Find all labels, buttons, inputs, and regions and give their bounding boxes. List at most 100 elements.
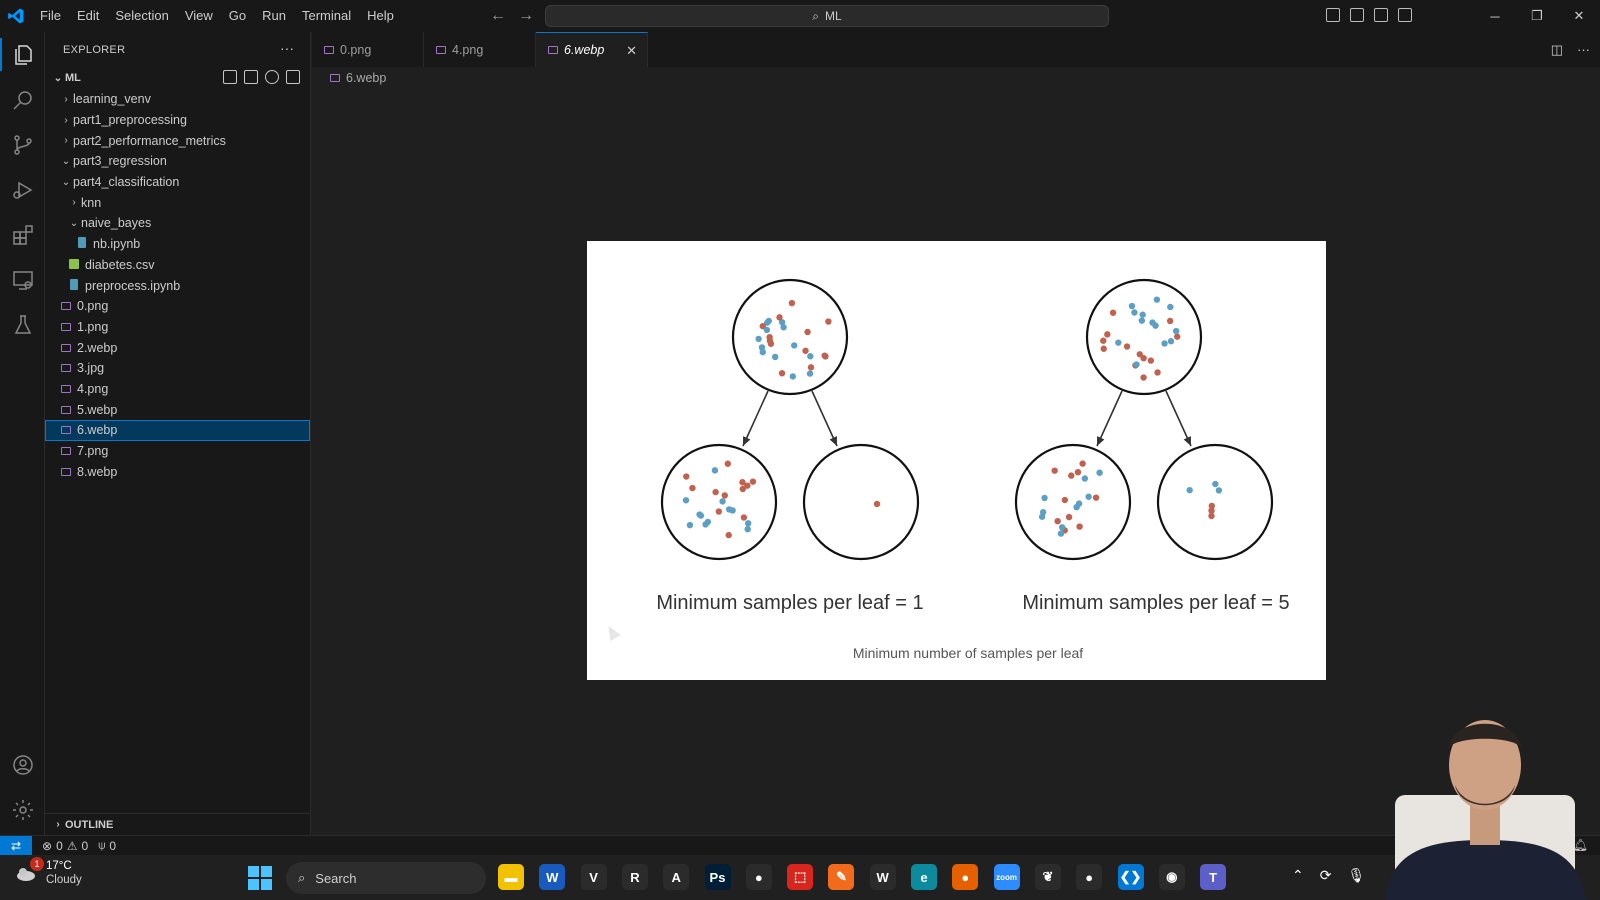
remote-explorer-icon[interactable] [0, 257, 45, 302]
menu-terminal[interactable]: Terminal [294, 0, 359, 32]
collapse-all-icon[interactable] [286, 70, 300, 84]
explorer-title: EXPLORER [63, 43, 126, 56]
microphone-icon[interactable]: 🎙︎ [1347, 867, 1365, 884]
taskbar-vim-icon[interactable]: V [580, 864, 607, 890]
workspace-header[interactable]: ⌄ ML [45, 67, 310, 89]
editor-tabs: 0.png 4.png 6.webp ✕ ◫ ··· [312, 32, 1600, 67]
settings-gear-icon[interactable] [0, 787, 45, 832]
left-child-node [660, 443, 778, 561]
customize-layout-icon[interactable] [1398, 8, 1412, 22]
tree-file[interactable]: diabetes.csv [45, 255, 310, 276]
back-arrow-icon[interactable]: ← [490, 7, 506, 25]
new-file-icon[interactable] [223, 70, 237, 84]
menu-selection[interactable]: Selection [107, 0, 176, 32]
tree-folder[interactable]: ⌄ naive_bayes [45, 213, 310, 234]
toggle-primary-sidebar-icon[interactable] [1326, 8, 1340, 22]
close-window-button[interactable]: ✕ [1558, 0, 1600, 32]
accounts-icon[interactable] [0, 742, 45, 787]
menu-edit[interactable]: Edit [69, 0, 107, 32]
tab-0-png[interactable]: 0.png [312, 32, 424, 67]
extensions-icon[interactable] [0, 212, 45, 257]
taskbar-obs-icon[interactable]: ◉ [1158, 864, 1185, 890]
weather-widget[interactable]: 1 17°C Cloudy [14, 857, 82, 887]
csv-file-icon [67, 258, 81, 272]
forward-arrow-icon[interactable]: → [518, 7, 534, 25]
command-center-label: ML [825, 9, 842, 23]
sample-point [1092, 494, 1100, 501]
tree-file[interactable]: 6.webp [45, 420, 310, 441]
restore-button[interactable]: ❐ [1516, 0, 1558, 32]
sample-point [1212, 480, 1219, 488]
taskbar-word-alt-icon[interactable]: W [869, 864, 896, 890]
taskbar-file-explorer-icon[interactable]: ▬ [498, 864, 524, 890]
remote-indicator-icon[interactable]: ⇄ [0, 835, 32, 856]
taskbar-search[interactable]: ⌕ Search [286, 862, 486, 894]
taskbar-acrobat-icon[interactable]: A [663, 864, 690, 890]
tree-file[interactable]: nb.ipynb [45, 234, 310, 255]
taskbar-firefox-icon[interactable]: ● [952, 864, 979, 890]
tab-6-webp[interactable]: 6.webp ✕ [536, 32, 648, 67]
more-actions-icon[interactable]: ··· [280, 40, 294, 56]
refresh-icon[interactable] [265, 70, 279, 84]
taskbar-chrome-icon[interactable]: ● [745, 864, 772, 890]
taskbar-teams-icon[interactable]: T [1200, 864, 1227, 890]
tree-folder[interactable]: › part2_performance_metrics [45, 130, 310, 151]
nav-buttons: ← → [490, 0, 534, 32]
chevron-up-icon[interactable]: ⌃ [1292, 867, 1304, 884]
toggle-secondary-sidebar-icon[interactable] [1374, 8, 1388, 22]
taskbar-r-icon[interactable]: R [621, 864, 648, 890]
split-editor-icon[interactable]: ◫ [1551, 42, 1563, 58]
ports-indicator[interactable]: ⍦ 0 [98, 838, 116, 853]
tree-file[interactable]: 1.png [45, 317, 310, 338]
sync-icon[interactable]: ⟳ [1320, 867, 1332, 884]
tree-file[interactable]: preprocess.ipynb [45, 275, 310, 296]
tree-folder[interactable]: › learning_venv [45, 89, 310, 110]
menu-view[interactable]: View [177, 0, 221, 32]
command-center-search[interactable]: ⌕ ML [545, 5, 1109, 27]
tree-file[interactable]: 7.png [45, 441, 310, 462]
taskbar-photoshop-icon[interactable]: Ps [704, 864, 731, 890]
tree-file[interactable]: 4.png [45, 379, 310, 400]
taskbar-edge-icon[interactable]: e [911, 864, 937, 890]
menu-help[interactable]: Help [359, 0, 402, 32]
taskbar-zoom-icon[interactable]: zoom [993, 864, 1020, 890]
start-button[interactable] [248, 866, 272, 890]
tree-folder[interactable]: › part1_preprocessing [45, 110, 310, 131]
explorer-sidebar: EXPLORER ··· ⌄ ML › learning_venv › part1_p… [45, 32, 311, 835]
taskbar-pdf-reader-icon[interactable]: ⬚ [787, 864, 814, 890]
left-caption: Minimum samples per leaf = 1 [656, 592, 923, 614]
tab-4-png[interactable]: 4.png [424, 32, 536, 67]
sample-point [721, 492, 729, 499]
problems-indicator[interactable]: ⊗ 0 ⚠ 0 [42, 839, 88, 853]
explorer-icon[interactable] [0, 32, 45, 77]
taskbar-chrome-alt-icon[interactable]: ● [1076, 864, 1103, 890]
menu-run[interactable]: Run [254, 0, 294, 32]
more-editor-actions-icon[interactable]: ··· [1577, 42, 1590, 58]
sample-point [697, 512, 705, 519]
tree-folder[interactable]: › knn [45, 192, 310, 213]
tree-folder[interactable]: ⌄ part4_classification [45, 172, 310, 193]
close-tab-icon[interactable]: ✕ [626, 43, 637, 59]
tree-file[interactable]: 3.jpg [45, 358, 310, 379]
breadcrumb-file[interactable]: 6.webp [346, 71, 386, 85]
tree-file[interactable]: 0.png [45, 296, 310, 317]
taskbar-draw-icon[interactable]: ✎ [828, 864, 855, 890]
tree-file[interactable]: 2.webp [45, 337, 310, 358]
run-debug-icon[interactable] [0, 167, 45, 212]
toggle-panel-icon[interactable] [1350, 8, 1364, 22]
tree-folder[interactable]: ⌄ part3_regression [45, 151, 310, 172]
menu-go[interactable]: Go [221, 0, 254, 32]
minimize-button[interactable]: ─ [1474, 0, 1516, 32]
menu-file[interactable]: File [32, 0, 69, 32]
source-control-icon[interactable] [0, 122, 45, 167]
testing-icon[interactable] [0, 302, 45, 347]
search-icon[interactable] [0, 77, 45, 122]
new-folder-icon[interactable] [244, 70, 258, 84]
tree-file[interactable]: 5.webp [45, 399, 310, 420]
taskbar-word-icon[interactable]: W [539, 864, 566, 890]
outline-section[interactable]: › OUTLINE [45, 813, 310, 835]
taskbar-mongodb-icon[interactable]: ❦ [1034, 864, 1061, 890]
taskbar-vscode-icon[interactable]: ❮❯ [1117, 864, 1144, 890]
tree-file[interactable]: 8.webp [45, 461, 310, 482]
sample-point [1081, 475, 1089, 482]
